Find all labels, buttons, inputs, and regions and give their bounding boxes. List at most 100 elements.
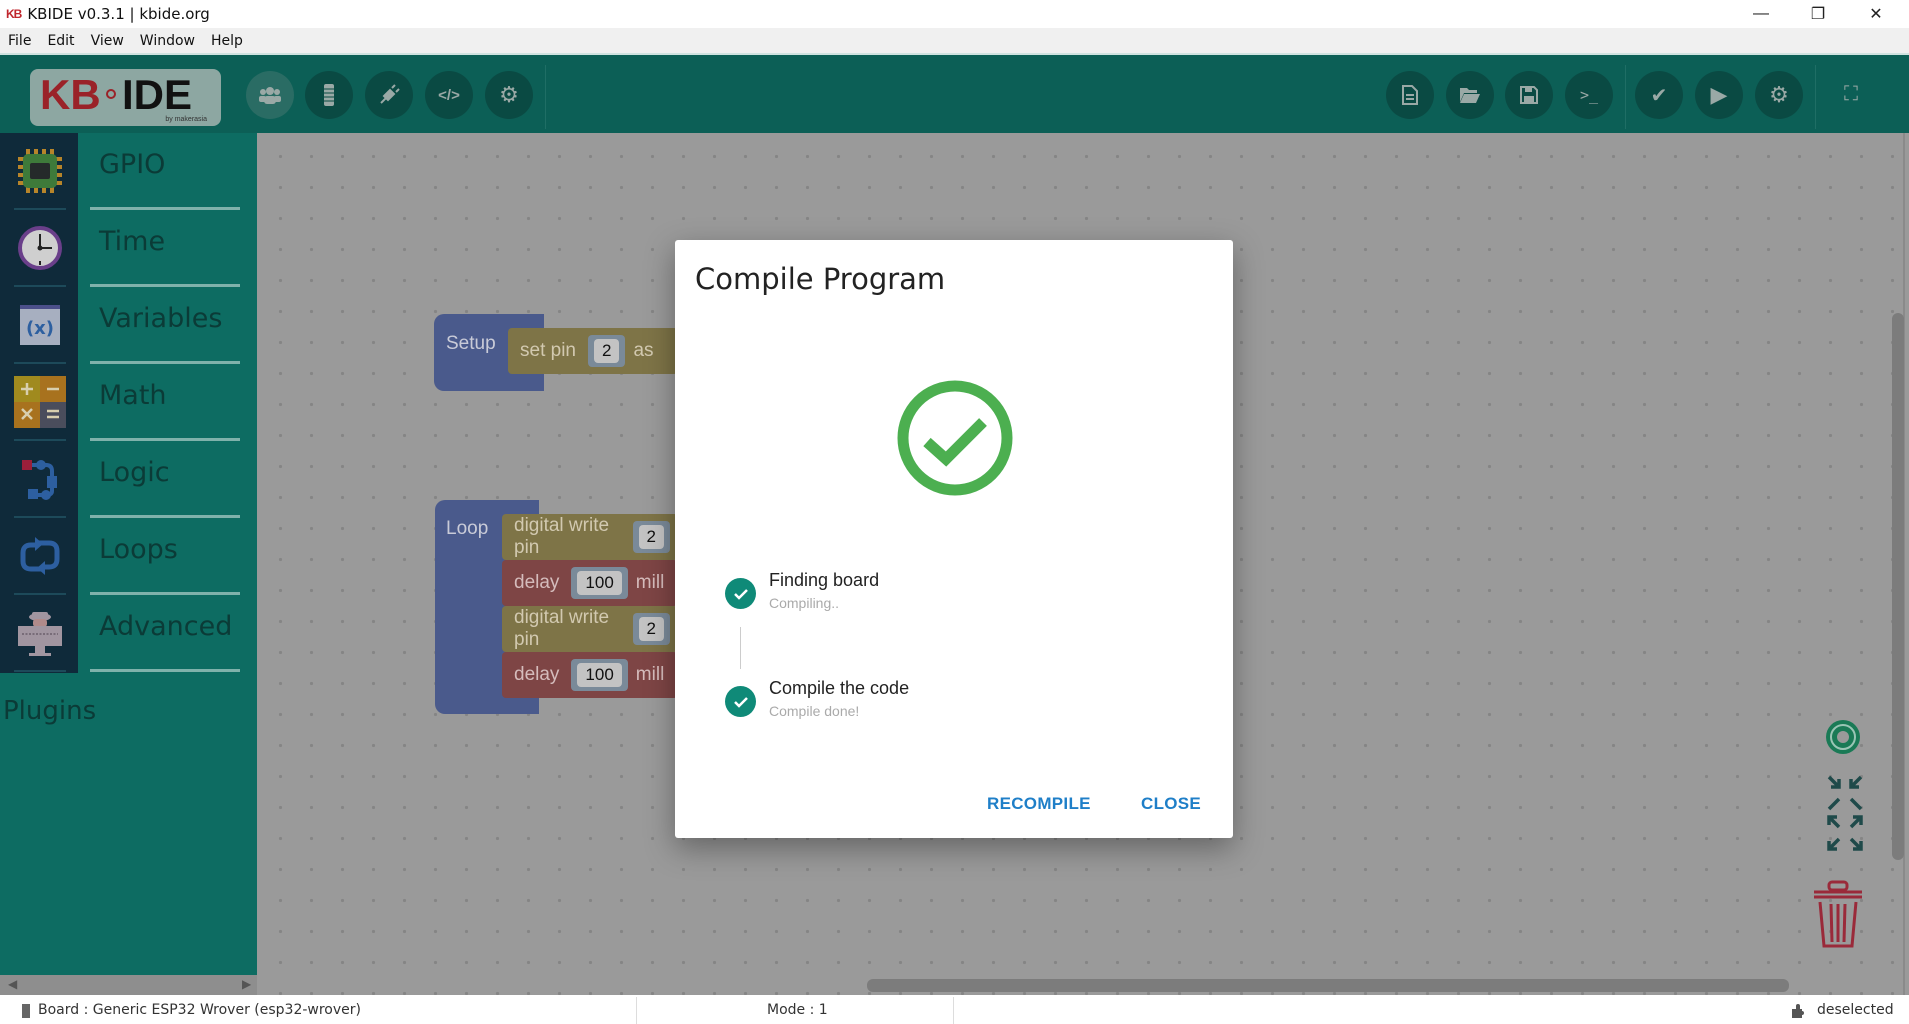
category-label: Variables (99, 303, 223, 334)
step-name: Compile the code (769, 678, 910, 698)
category-label: Math (99, 380, 167, 411)
code-view-button[interactable]: </> (425, 71, 473, 119)
category-math[interactable]: Math (0, 364, 257, 441)
scroll-right-icon[interactable]: ▶ (242, 977, 251, 991)
logic-icon (14, 453, 66, 505)
board-settings-button[interactable]: ⚙ (1755, 71, 1803, 119)
target-icon (1826, 720, 1860, 754)
block-text: set pin (520, 340, 576, 361)
maximize-button[interactable]: ❐ (1790, 0, 1846, 28)
status-bar: Board : Generic ESP32 Wrover (esp32-wrov… (0, 997, 1909, 1024)
loop-label: Loop (446, 518, 489, 539)
category-label: Loops (99, 534, 178, 565)
step-description: Compile done! (769, 703, 860, 719)
code-icon: </> (438, 86, 460, 104)
terminal-icon: >_ (1579, 86, 1599, 104)
fullscreen-button[interactable]: ⛶ (1836, 79, 1866, 109)
plug-button[interactable] (365, 71, 413, 119)
category-variables[interactable]: (x) Variables (0, 287, 257, 364)
compile-program-dialog: Compile Program Finding board Compiling.… (675, 240, 1233, 838)
workspace-horizontal-scrollbar[interactable] (867, 979, 1789, 992)
toolbar-divider (1625, 65, 1626, 129)
loop-icon (14, 530, 66, 582)
gears-icon: ⚙ (1769, 82, 1789, 107)
settings-button[interactable]: ⚙ (485, 71, 533, 119)
menu-view[interactable]: View (83, 33, 132, 49)
trash-button[interactable] (1810, 880, 1866, 950)
expand-arrows-icon (1827, 815, 1863, 851)
close-dialog-button[interactable]: CLOSE (1141, 794, 1201, 814)
logo-byline: by makerasia (165, 116, 207, 123)
delay-slot[interactable]: 100 (571, 567, 628, 599)
board-chip-icon (22, 1004, 30, 1018)
dialog-title: Compile Program (695, 262, 946, 296)
digital-write-block[interactable]: digital write pin 2 (502, 514, 678, 560)
category-label: GPIO (99, 149, 166, 180)
delay-value[interactable]: 100 (577, 571, 622, 595)
menu-window[interactable]: Window (132, 33, 203, 49)
digital-write-block[interactable]: digital write pin 2 (502, 606, 678, 652)
delay-value[interactable]: 100 (577, 663, 622, 687)
logo-dot (106, 89, 116, 99)
delay-block[interactable]: delay 100 mill (502, 560, 678, 606)
sidebar-horizontal-scrollbar[interactable]: ◀ ▶ (0, 975, 257, 995)
zoom-out-button[interactable] (1825, 813, 1865, 853)
board-button[interactable] (305, 71, 353, 119)
category-time[interactable]: Time (0, 210, 257, 287)
pin-value[interactable]: 2 (593, 339, 620, 363)
step-description: Compiling.. (769, 595, 840, 611)
scroll-left-icon[interactable]: ◀ (8, 977, 17, 991)
logo-kb: KB (40, 71, 101, 118)
zoom-in-button[interactable] (1825, 773, 1865, 813)
chip-icon (14, 145, 66, 197)
save-icon (1520, 86, 1538, 104)
block-text: digital write pin (514, 607, 610, 650)
minimize-button[interactable]: — (1733, 0, 1789, 28)
toolbar-divider (545, 65, 546, 129)
plugins-heading[interactable]: Plugins (3, 696, 96, 726)
compile-button[interactable]: ✔ (1635, 71, 1683, 119)
users-icon (259, 87, 281, 104)
terminal-button[interactable]: >_ (1565, 71, 1613, 119)
users-button[interactable] (246, 71, 294, 119)
mode-status: Mode : 1 (767, 1002, 828, 1018)
menu-file[interactable]: File (0, 33, 39, 49)
block-text: delay (514, 664, 560, 685)
kbide-logo: KB IDE by makerasia (30, 69, 221, 126)
delay-block[interactable]: delay 100 mill (502, 652, 678, 698)
open-folder-icon (1460, 88, 1480, 103)
recenter-button[interactable] (1824, 718, 1862, 756)
success-check-icon (897, 380, 1013, 496)
play-icon: ▶ (1710, 82, 1728, 107)
menu-help[interactable]: Help (203, 33, 251, 49)
block-category-sidebar: GPIO Time (x) Variables Math Logic Loops… (0, 133, 257, 995)
app-logo-icon: KB (6, 7, 22, 21)
close-window-button[interactable]: ✕ (1848, 0, 1904, 28)
block-text: digital write pin (514, 515, 610, 558)
recompile-button[interactable]: RECOMPILE (987, 794, 1091, 814)
category-label: Time (99, 226, 166, 257)
pin-slot[interactable]: 2 (632, 521, 670, 553)
new-file-button[interactable] (1386, 71, 1434, 119)
pin-slot[interactable]: 2 (587, 335, 626, 367)
category-separator (90, 669, 240, 672)
main-toolbar: KB IDE by makerasia </> ⚙ >_ ✔ ▶ ⚙ ⛶ (0, 53, 1909, 133)
icon-separator (14, 670, 66, 672)
block-text: delay (514, 572, 560, 593)
pin-value[interactable]: 2 (638, 525, 664, 549)
save-button[interactable] (1505, 71, 1553, 119)
board-status[interactable]: Board : Generic ESP32 Wrover (esp32-wrov… (38, 1002, 361, 1018)
set-pin-block[interactable]: set pin 2 as (508, 328, 678, 374)
upload-run-button[interactable]: ▶ (1695, 71, 1743, 119)
category-advanced[interactable]: Advanced (0, 595, 257, 672)
menu-edit[interactable]: Edit (39, 33, 82, 49)
category-loops[interactable]: Loops (0, 518, 257, 595)
pin-slot[interactable]: 2 (632, 613, 670, 645)
pin-value[interactable]: 2 (638, 617, 664, 641)
workspace-vertical-scrollbar[interactable] (1892, 313, 1904, 860)
category-logic[interactable]: Logic (0, 441, 257, 518)
delay-slot[interactable]: 100 (571, 659, 628, 691)
category-gpio[interactable]: GPIO (0, 133, 257, 210)
open-folder-button[interactable] (1446, 71, 1494, 119)
fullscreen-icon: ⛶ (1844, 82, 1858, 105)
